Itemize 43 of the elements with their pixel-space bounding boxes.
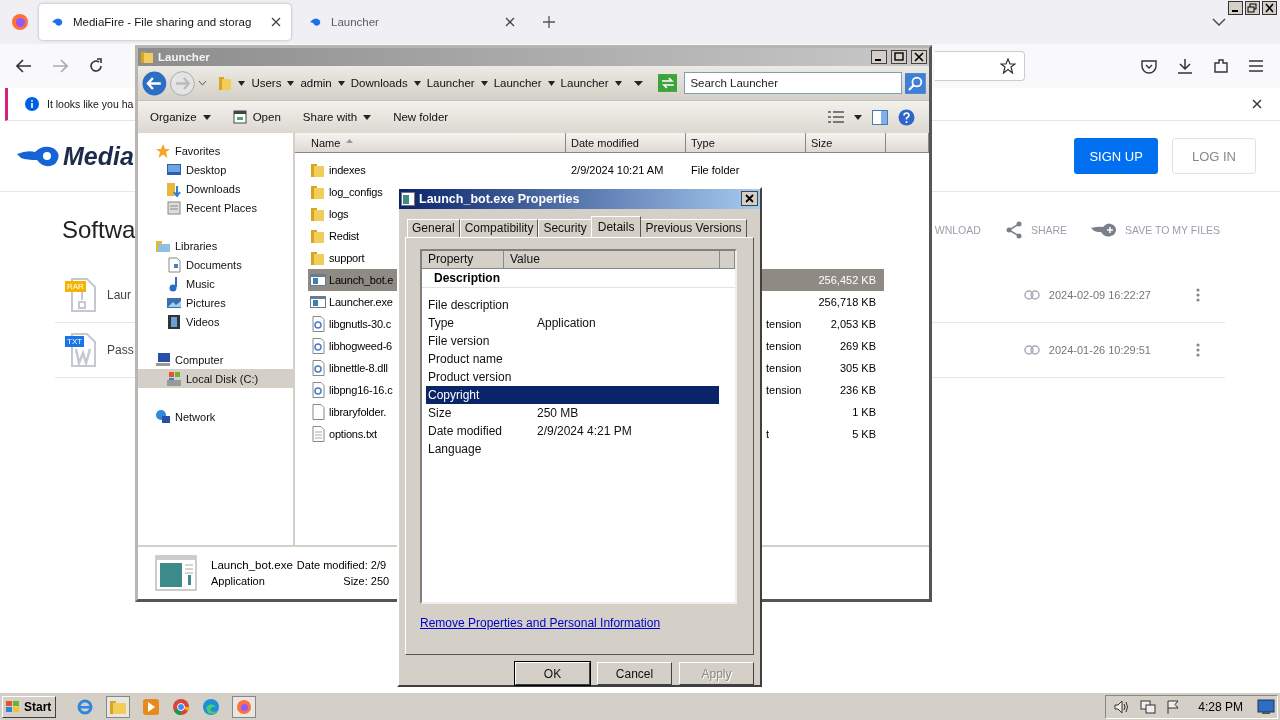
size-cell: 256,452 KB — [818, 274, 876, 286]
file-name: Redist — [329, 230, 359, 242]
status-file-type: Application — [211, 575, 266, 587]
file-date: 2024-01-26 10:29:51 — [1048, 344, 1151, 356]
window-title: Launcher — [158, 51, 210, 63]
size-cell: 269 KB — [839, 340, 876, 352]
size-cell: 256,718 KB — [818, 296, 876, 308]
folder-heading: Softwa — [62, 216, 136, 244]
dialog-title: Launch_bot.exe Properties — [419, 191, 580, 206]
type-cell: tension — [766, 384, 802, 396]
file-name: log_configs — [329, 186, 383, 198]
file-name: indexes — [329, 164, 366, 176]
type-cell: File folder — [691, 164, 740, 176]
size-cell: 1 KB — [852, 406, 876, 418]
status-file-name: Launch_bot.exe — [211, 559, 293, 571]
type-cell: tension — [766, 318, 802, 330]
type-cell: tension — [766, 362, 802, 374]
file-name: Launch_bot.e — [329, 274, 394, 286]
type-cell: t — [766, 428, 770, 440]
section-header: Description — [434, 270, 500, 285]
file-name: libpng16-16.c — [329, 384, 393, 396]
size-cell: 5 KB — [852, 428, 876, 440]
date-cell: 2/9/2024 10:21 AM — [571, 164, 664, 176]
size-cell: 2,053 KB — [830, 318, 876, 330]
size-cell: 305 KB — [839, 362, 876, 374]
file-name: libnettle-8.dll — [329, 362, 388, 374]
file-name: libraryfolder. — [329, 406, 387, 418]
file-date: 2024-02-09 16:22:27 — [1048, 289, 1151, 301]
notification-text: It looks like you ha — [47, 98, 134, 110]
status-value: 2/9 — [370, 559, 388, 571]
file-name: logs — [329, 208, 349, 220]
logo-text: Media — [63, 141, 134, 171]
file-name: Launcher.exe — [329, 296, 393, 308]
type-cell: tension — [766, 340, 802, 352]
status-value: 250 — [370, 575, 390, 587]
file-name: support — [329, 252, 365, 264]
status-label: Size: — [342, 575, 368, 587]
clock: 4:28 PM — [1198, 699, 1243, 714]
file-name: libhogweed-6 — [329, 340, 393, 352]
size-cell: 236 KB — [839, 384, 876, 396]
file-name: libgnutls-30.c — [329, 318, 391, 330]
status-label: Date modified: — [296, 559, 368, 571]
file-name: options.txt — [329, 428, 377, 440]
